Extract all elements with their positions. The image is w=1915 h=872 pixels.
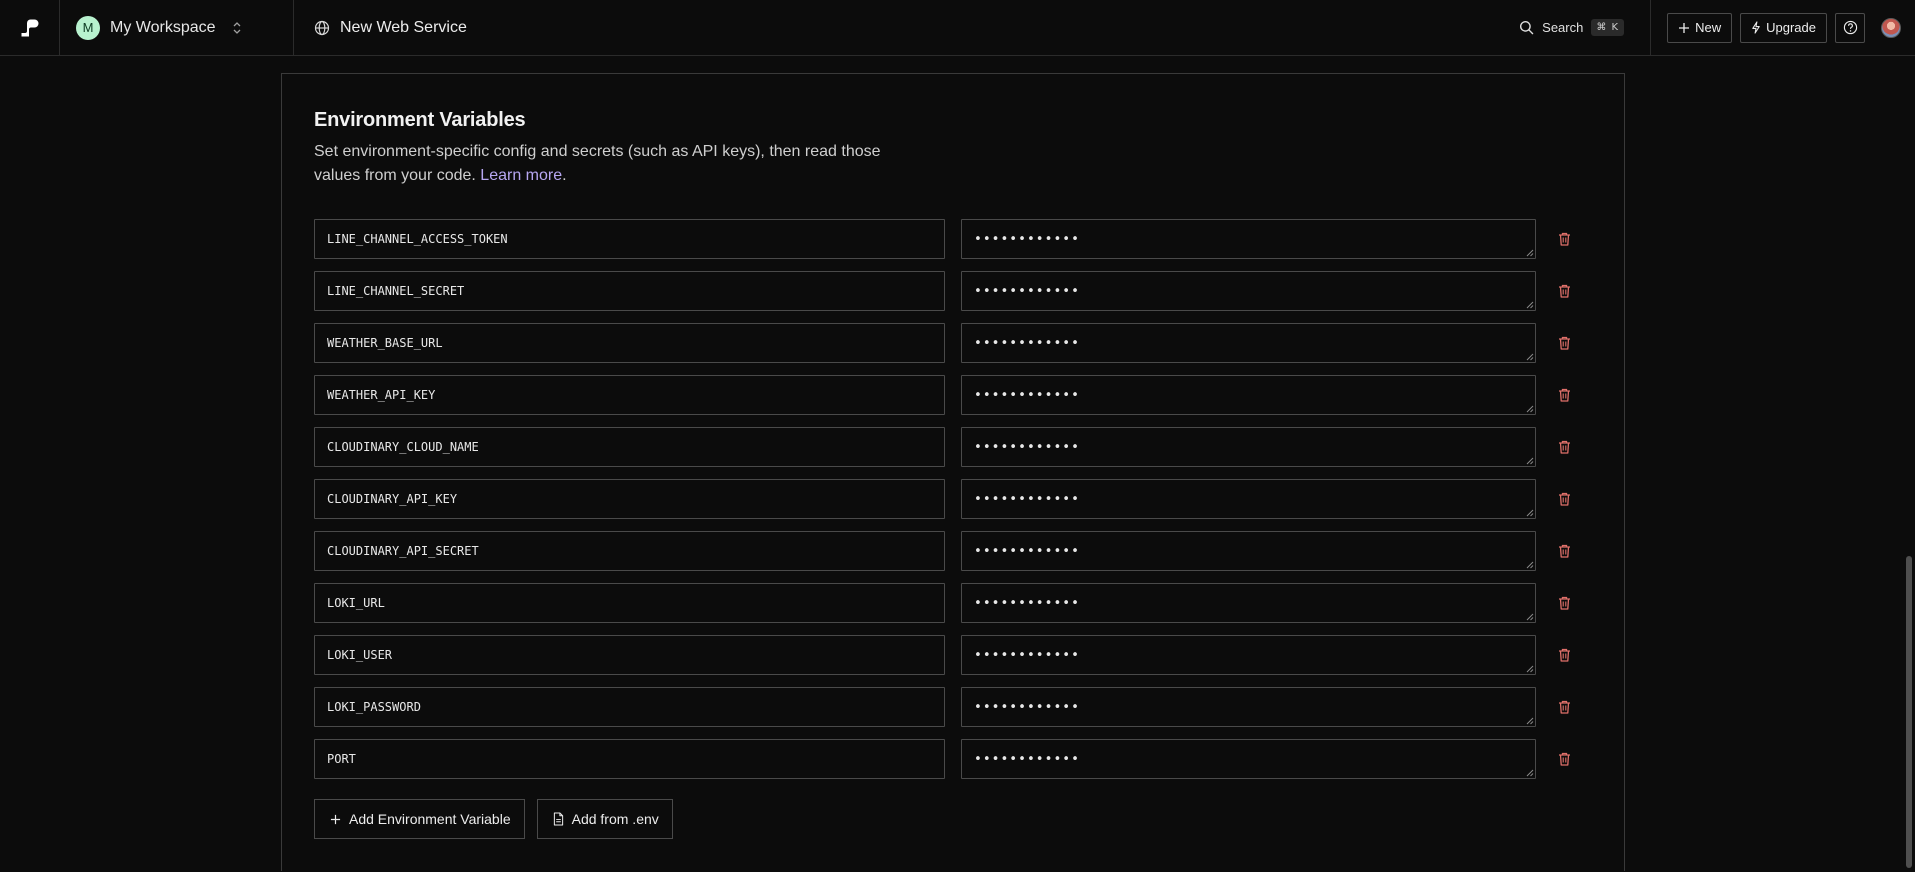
trash-icon [1558,752,1570,766]
env-var-row [314,219,1594,259]
section-description: Set environment-specific config and secr… [314,140,894,188]
trash-icon [1558,388,1570,402]
env-var-key-input[interactable] [314,479,945,519]
delete-env-var-button[interactable] [1552,487,1576,511]
add-from-env-label: Add from .env [571,811,659,827]
env-var-key-input[interactable] [314,635,945,675]
env-var-row [314,687,1594,727]
trash-icon [1558,596,1570,610]
help-circle-icon [1843,20,1857,35]
env-var-value-input[interactable] [961,375,1536,415]
env-var-row [314,271,1594,311]
env-var-key-input[interactable] [314,687,945,727]
env-var-row [314,583,1594,623]
search-label: Search [1542,20,1584,35]
workspace-switcher[interactable]: M My Workspace [60,0,294,55]
render-logo-icon [21,19,38,36]
env-var-value-input[interactable] [961,687,1536,727]
env-var-key-input[interactable] [314,375,945,415]
env-var-key-input[interactable] [314,219,945,259]
new-button[interactable]: New [1667,12,1733,43]
new-button-label: New [1695,20,1722,35]
page-scrollbar-thumb[interactable] [1906,556,1912,868]
env-actions: Add Environment Variable Add from .env [314,799,673,839]
env-var-key-input[interactable] [314,739,945,779]
trash-icon [1558,232,1570,246]
learn-more-link[interactable]: Learn more [480,167,562,184]
upgrade-button-label: Upgrade [1766,20,1816,35]
section-title: Environment Variables [314,109,526,131]
search-shortcut: ⌘ K [1591,19,1625,36]
plus-icon [1679,22,1690,33]
env-var-row [314,531,1594,571]
delete-env-var-button[interactable] [1552,747,1576,771]
help-button[interactable] [1835,12,1865,43]
env-var-row [314,479,1594,519]
plus-icon [330,814,341,824]
search-icon [1520,20,1534,35]
env-var-key-input[interactable] [314,531,945,571]
env-var-key-input[interactable] [314,427,945,467]
upgrade-button[interactable]: Upgrade [1740,12,1827,43]
delete-env-var-button[interactable] [1552,383,1576,407]
env-var-row [314,739,1594,779]
delete-env-var-button[interactable] [1552,435,1576,459]
delete-env-var-button[interactable] [1552,539,1576,563]
section-description-text: Set environment-specific config and secr… [314,143,881,184]
lightning-icon [1752,21,1760,34]
env-var-value-input[interactable] [961,219,1536,259]
trash-icon [1558,284,1570,298]
trash-icon [1558,492,1570,506]
trash-icon [1558,336,1570,350]
topbar-actions: New Upgrade [1651,0,1915,55]
top-navigation-bar: M My Workspace New Web Service Search ⌘ … [0,0,1915,56]
workspace-name: My Workspace [110,18,216,36]
environment-variables-panel: Environment Variables Set environment-sp… [281,73,1625,871]
workspace-avatar: M [76,15,100,40]
env-var-row [314,427,1594,467]
env-var-value-input[interactable] [961,479,1536,519]
env-var-value-input[interactable] [961,427,1536,467]
env-var-value-input[interactable] [961,271,1536,311]
file-icon [553,812,563,826]
delete-env-var-button[interactable] [1552,643,1576,667]
trash-icon [1558,440,1570,454]
trash-icon [1558,700,1570,714]
delete-env-var-button[interactable] [1552,227,1576,251]
env-var-value-input[interactable] [961,583,1536,623]
add-from-env-button[interactable]: Add from .env [536,799,673,839]
env-var-key-input[interactable] [314,323,945,363]
env-var-value-input[interactable] [961,531,1536,571]
env-var-key-input[interactable] [314,271,945,311]
env-var-value-input[interactable] [961,323,1536,363]
delete-env-var-button[interactable] [1552,331,1576,355]
env-var-row [314,635,1594,675]
page-title: New Web Service [340,18,467,36]
delete-env-var-button[interactable] [1552,279,1576,303]
section-description-suffix: . [562,167,567,184]
env-var-row [314,323,1594,363]
trash-icon [1558,648,1570,662]
delete-env-var-button[interactable] [1552,695,1576,719]
trash-icon [1558,544,1570,558]
page-breadcrumb: New Web Service [294,0,1519,55]
globe-icon [314,20,330,35]
env-var-value-input[interactable] [961,635,1536,675]
env-var-value-input[interactable] [961,739,1536,779]
env-var-key-input[interactable] [314,583,945,623]
delete-env-var-button[interactable] [1552,591,1576,615]
logo-link[interactable] [0,0,60,55]
add-environment-variable-label: Add Environment Variable [349,811,511,827]
search-button[interactable]: Search ⌘ K [1519,0,1652,55]
chevron-up-down-icon [233,21,240,34]
env-var-row [314,375,1594,415]
user-avatar[interactable] [1881,17,1901,38]
add-environment-variable-button[interactable]: Add Environment Variable [314,799,525,839]
